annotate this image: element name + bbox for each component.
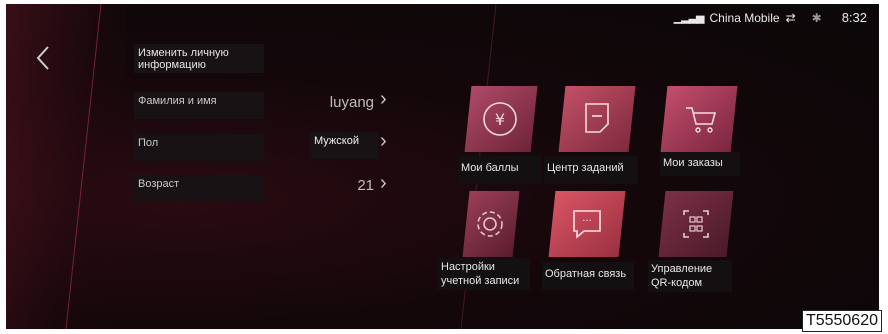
gender-field-label: Пол bbox=[134, 134, 264, 161]
carrier-name: China Mobile bbox=[709, 10, 780, 25]
back-button[interactable] bbox=[34, 44, 54, 72]
tile-qr-management-label: Управление QR-кодом bbox=[648, 260, 732, 292]
usb-icon: ⇄ bbox=[785, 10, 796, 25]
yen-circle-icon: ¥ bbox=[483, 102, 517, 136]
qr-code-icon bbox=[683, 210, 709, 238]
tile-account-settings-label: Настройки учетной записи bbox=[438, 258, 530, 290]
tile-points-label: Мои баллы bbox=[458, 156, 542, 184]
svg-text:···: ··· bbox=[582, 216, 592, 227]
tile-feedback-label: Обратная связь bbox=[542, 262, 634, 290]
tile-qr-management[interactable] bbox=[658, 191, 734, 257]
tile-account-settings[interactable] bbox=[462, 191, 520, 257]
edit-profile-title[interactable]: Изменить личную информацию bbox=[134, 44, 264, 73]
chat-bubble-icon: ··· bbox=[573, 210, 601, 239]
status-bar: ▁▂▃▅ China Mobile ⇄ ✱ 8:32 bbox=[674, 10, 867, 25]
name-field-label: Фамилия и имя bbox=[134, 92, 264, 119]
app-screen: ▁▂▃▅ China Mobile ⇄ ✱ 8:32 Изменить личн… bbox=[6, 4, 879, 329]
bluetooth-icon: ✱ bbox=[811, 10, 822, 25]
chevron-left-icon bbox=[36, 46, 49, 70]
image-code-label: T5550620 bbox=[801, 310, 882, 332]
note-icon bbox=[585, 103, 609, 133]
age-chevron-icon[interactable]: › bbox=[380, 172, 387, 195]
shopping-cart-icon bbox=[686, 107, 717, 133]
gender-value: Мужской bbox=[310, 132, 378, 159]
clock: 8:32 bbox=[841, 10, 867, 25]
age-field-label: Возраст bbox=[134, 175, 264, 202]
tile-feedback[interactable]: ··· bbox=[548, 191, 626, 257]
gender-chevron-icon[interactable]: › bbox=[380, 130, 387, 153]
age-value: 21 bbox=[357, 177, 374, 194]
gear-icon bbox=[477, 211, 503, 237]
tile-tasks[interactable] bbox=[558, 86, 636, 152]
tile-orders[interactable] bbox=[660, 86, 738, 152]
tile-tasks-label: Центр заданий bbox=[544, 156, 638, 184]
svg-text:¥: ¥ bbox=[495, 110, 505, 129]
signal-bars-icon: ▁▂▃▅ bbox=[673, 12, 705, 24]
tile-points[interactable]: ¥ bbox=[464, 86, 538, 152]
tile-orders-label: Мои заказы bbox=[660, 152, 740, 176]
name-chevron-icon[interactable]: › bbox=[380, 88, 387, 111]
name-value: luyang bbox=[329, 94, 374, 111]
